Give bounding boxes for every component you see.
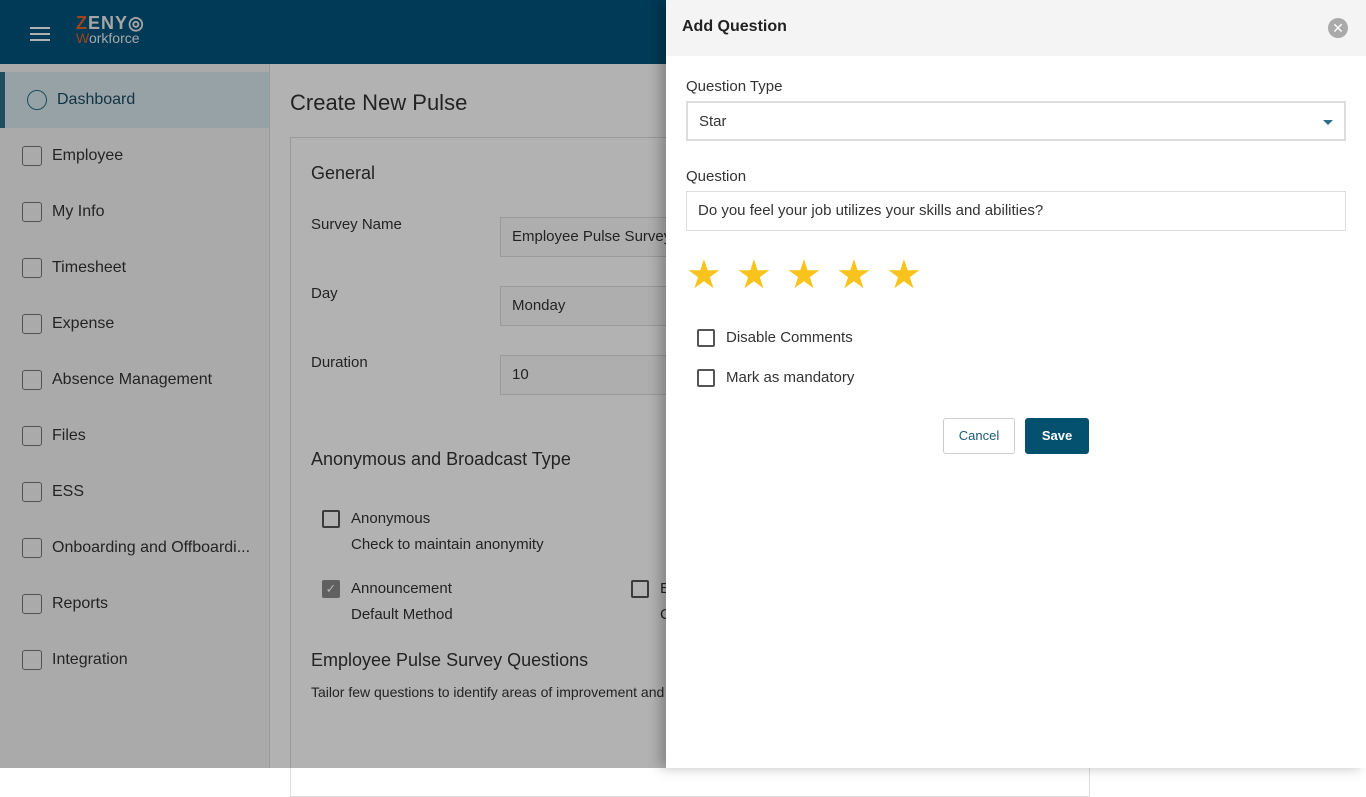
star-icon[interactable]: ★: [836, 255, 876, 295]
disable-comments-label: Disable Comments: [726, 329, 853, 346]
star-rating: ★ ★ ★ ★ ★: [686, 255, 926, 295]
disable-comments-checkbox[interactable]: [697, 329, 715, 347]
cancel-button[interactable]: Cancel: [943, 418, 1015, 454]
add-question-panel: Add Question ✕ Question Type Star Questi…: [666, 0, 1366, 768]
save-button[interactable]: Save: [1025, 418, 1089, 454]
modal-backdrop[interactable]: [0, 0, 666, 768]
panel-header: Add Question ✕: [666, 0, 1366, 56]
question-type-label: Question Type: [686, 78, 783, 95]
question-label: Question: [686, 168, 747, 185]
close-icon[interactable]: ✕: [1328, 18, 1348, 38]
panel-title: Add Question: [682, 18, 787, 35]
star-icon[interactable]: ★: [686, 255, 726, 295]
star-icon[interactable]: ★: [786, 255, 826, 295]
question-input[interactable]: Do you feel your job utilizes your skill…: [686, 191, 1346, 231]
mandatory-checkbox[interactable]: [697, 369, 715, 387]
mandatory-label: Mark as mandatory: [726, 369, 855, 386]
star-icon[interactable]: ★: [736, 255, 776, 295]
question-type-select[interactable]: Star: [686, 101, 1346, 141]
star-icon[interactable]: ★: [886, 255, 926, 295]
question-type-value: Star: [699, 113, 727, 130]
caret-down-icon: [1323, 120, 1333, 125]
